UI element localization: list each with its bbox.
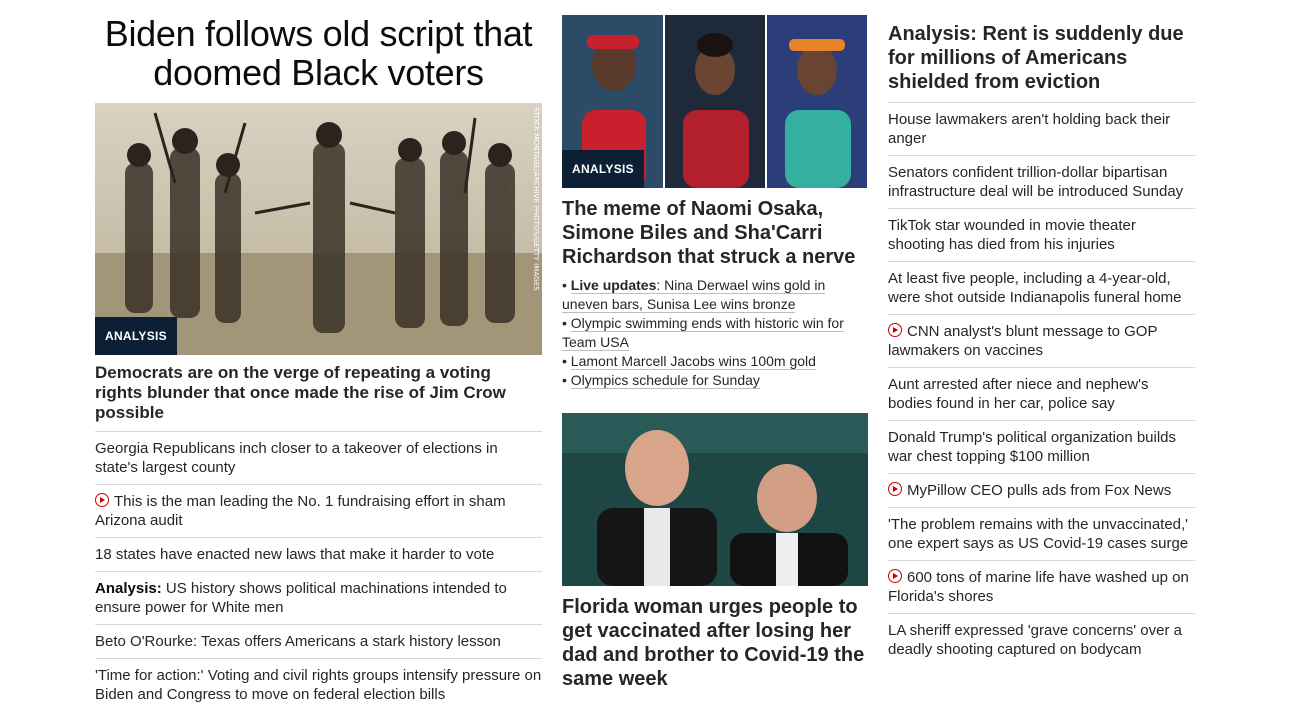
list-item[interactable]: • Lamont Marcell Jacobs wins 100m gold xyxy=(562,352,868,371)
main-story-column: Biden follows old script that doomed Bla… xyxy=(95,0,542,711)
play-video-icon xyxy=(888,323,902,337)
list-item[interactable]: 'The problem remains with the unvaccinat… xyxy=(888,508,1195,561)
analysis-kicker: Analysis: xyxy=(95,580,162,597)
covid-family-headline[interactable]: Florida woman urges people to get vaccin… xyxy=(562,595,868,691)
rent-analysis-headline[interactable]: Analysis: Rent is suddenly due for milli… xyxy=(888,22,1195,103)
list-item[interactable]: 600 tons of marine life have washed up o… xyxy=(888,561,1195,614)
analysis-badge: ANALYSIS xyxy=(95,317,177,355)
play-video-icon xyxy=(888,569,902,583)
list-item[interactable]: Aunt arrested after niece and nephew's b… xyxy=(888,368,1195,421)
list-item[interactable]: 'Time for action:' Voting and civil righ… xyxy=(95,659,542,711)
related-stories-list: Georgia Republicans inch closer to a tak… xyxy=(95,432,542,711)
list-item[interactable]: This is the man leading the No. 1 fundra… xyxy=(95,485,542,538)
headline-list: House lawmakers aren't holding back thei… xyxy=(888,103,1195,666)
athletes-headline[interactable]: The meme of Naomi Osaka, Simone Biles an… xyxy=(562,197,868,269)
olympics-bullets: • Live updates: Nina Derwael wins gold i… xyxy=(562,276,868,390)
family-photo[interactable] xyxy=(562,413,868,586)
list-item[interactable]: LA sheriff expressed 'grave concerns' ov… xyxy=(888,614,1195,666)
list-item[interactable]: • Live updates: Nina Derwael wins gold i… xyxy=(562,276,868,314)
list-item[interactable]: • Olympic swimming ends with historic wi… xyxy=(562,314,868,352)
headlines-column: Analysis: Rent is suddenly due for milli… xyxy=(888,0,1195,666)
play-video-icon xyxy=(888,482,902,496)
banner-headline[interactable]: Biden follows old script that doomed Bla… xyxy=(95,14,542,92)
list-item[interactable]: MyPillow CEO pulls ads from Fox News xyxy=(888,474,1195,508)
athlete-photo-2 xyxy=(664,15,766,188)
list-item[interactable]: Senators confident trillion-dollar bipar… xyxy=(888,156,1195,209)
list-item[interactable]: CNN analyst's blunt message to GOP lawma… xyxy=(888,315,1195,368)
main-story-image[interactable]: STOCK MONTAGE/ARCHIVE PHOTOS/GETTY IMAGE… xyxy=(95,103,542,355)
list-item[interactable]: Analysis: US history shows political mac… xyxy=(95,572,542,625)
lead-headline[interactable]: Democrats are on the verge of repeating … xyxy=(95,363,542,432)
analysis-badge: ANALYSIS xyxy=(562,150,644,188)
list-item[interactable]: TikTok star wounded in movie theater sho… xyxy=(888,209,1195,262)
athlete-photo-3 xyxy=(767,15,868,188)
list-item[interactable]: Donald Trump's political organization bu… xyxy=(888,421,1195,474)
list-item[interactable]: 18 states have enacted new laws that mak… xyxy=(95,538,542,572)
list-item[interactable]: House lawmakers aren't holding back thei… xyxy=(888,103,1195,156)
secondary-story-column: ANALYSIS The meme of Naomi Osaka, Simone… xyxy=(562,0,868,691)
image-credit: STOCK MONTAGE/ARCHIVE PHOTOS/GETTY IMAGE… xyxy=(532,107,540,291)
list-item[interactable]: • Olympics schedule for Sunday xyxy=(562,371,868,390)
list-item[interactable]: Georgia Republicans inch closer to a tak… xyxy=(95,432,542,485)
list-item[interactable]: Beto O'Rourke: Texas offers Americans a … xyxy=(95,625,542,659)
list-item[interactable]: At least five people, including a 4-year… xyxy=(888,262,1195,315)
athletes-image[interactable]: ANALYSIS xyxy=(562,15,868,188)
play-video-icon xyxy=(95,493,109,507)
